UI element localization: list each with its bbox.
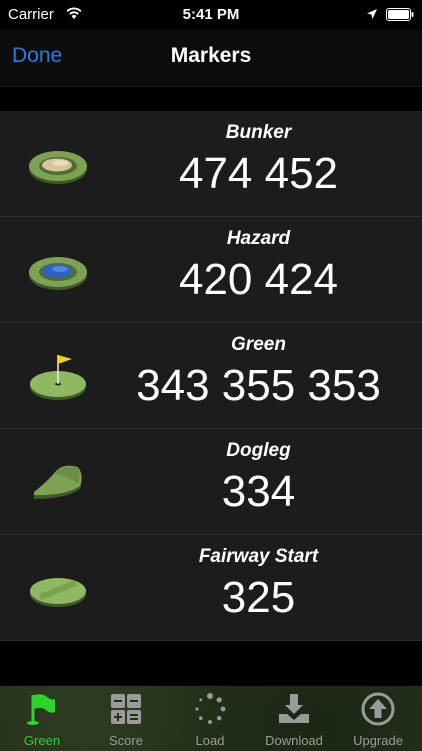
bunker-icon [29, 151, 87, 184]
marker-label: Bunker [225, 122, 292, 143]
nav-bar: Done Markers [0, 30, 422, 87]
marker-distance: 325 [221, 573, 296, 622]
download-icon [279, 694, 309, 723]
marker-distance: 420 424 [178, 255, 339, 304]
spinner-icon [195, 693, 226, 724]
marker-label: Fairway Start [198, 546, 319, 567]
marker-label: Hazard [226, 228, 291, 249]
marker-row-dogleg[interactable]: Dogleg 334 [0, 429, 422, 535]
tab-label: Score [109, 733, 143, 748]
location-arrow-icon [367, 9, 377, 19]
tab-load[interactable]: Load [168, 686, 252, 751]
tab-download[interactable]: Download [252, 686, 336, 751]
flag-icon [27, 694, 55, 725]
upgrade-arrow-icon [361, 692, 395, 726]
calculator-icon [111, 694, 141, 724]
green-flag-icon [30, 355, 86, 400]
marker-row-green[interactable]: Green 343 355 353 [0, 323, 422, 429]
marker-label: Green [231, 334, 286, 355]
marker-row-hazard[interactable]: Hazard 420 424 [0, 217, 422, 323]
page-title: Markers [170, 44, 252, 67]
marker-distance: 334 [221, 467, 296, 516]
marker-list: Bunker 474 452 Hazard 420 424 Green 343 … [0, 111, 422, 641]
marker-row-fairway-start[interactable]: Fairway Start 325 [0, 535, 422, 641]
tab-label: Green [23, 733, 61, 748]
marker-label: Dogleg [226, 440, 291, 461]
marker-distance: 343 355 353 [136, 361, 381, 410]
clock: 5:41 PM [182, 6, 240, 23]
dogleg-icon [34, 465, 82, 499]
battery-icon [386, 8, 414, 21]
tab-upgrade[interactable]: Upgrade [336, 686, 420, 751]
tab-green[interactable]: Green [0, 686, 84, 751]
marker-row-bunker[interactable]: Bunker 474 452 [0, 111, 422, 217]
fairway-icon [30, 578, 86, 607]
tab-label: Download [265, 733, 323, 748]
tab-score[interactable]: Score [84, 686, 168, 751]
tab-bar: Green Score Load Download Upgrade [0, 685, 422, 751]
status-bar: Carrier 5:41 PM [0, 0, 422, 30]
tab-label: Load [195, 733, 225, 748]
tab-label: Upgrade [353, 733, 403, 748]
marker-distance: 474 452 [178, 149, 339, 198]
hazard-icon [29, 257, 87, 290]
